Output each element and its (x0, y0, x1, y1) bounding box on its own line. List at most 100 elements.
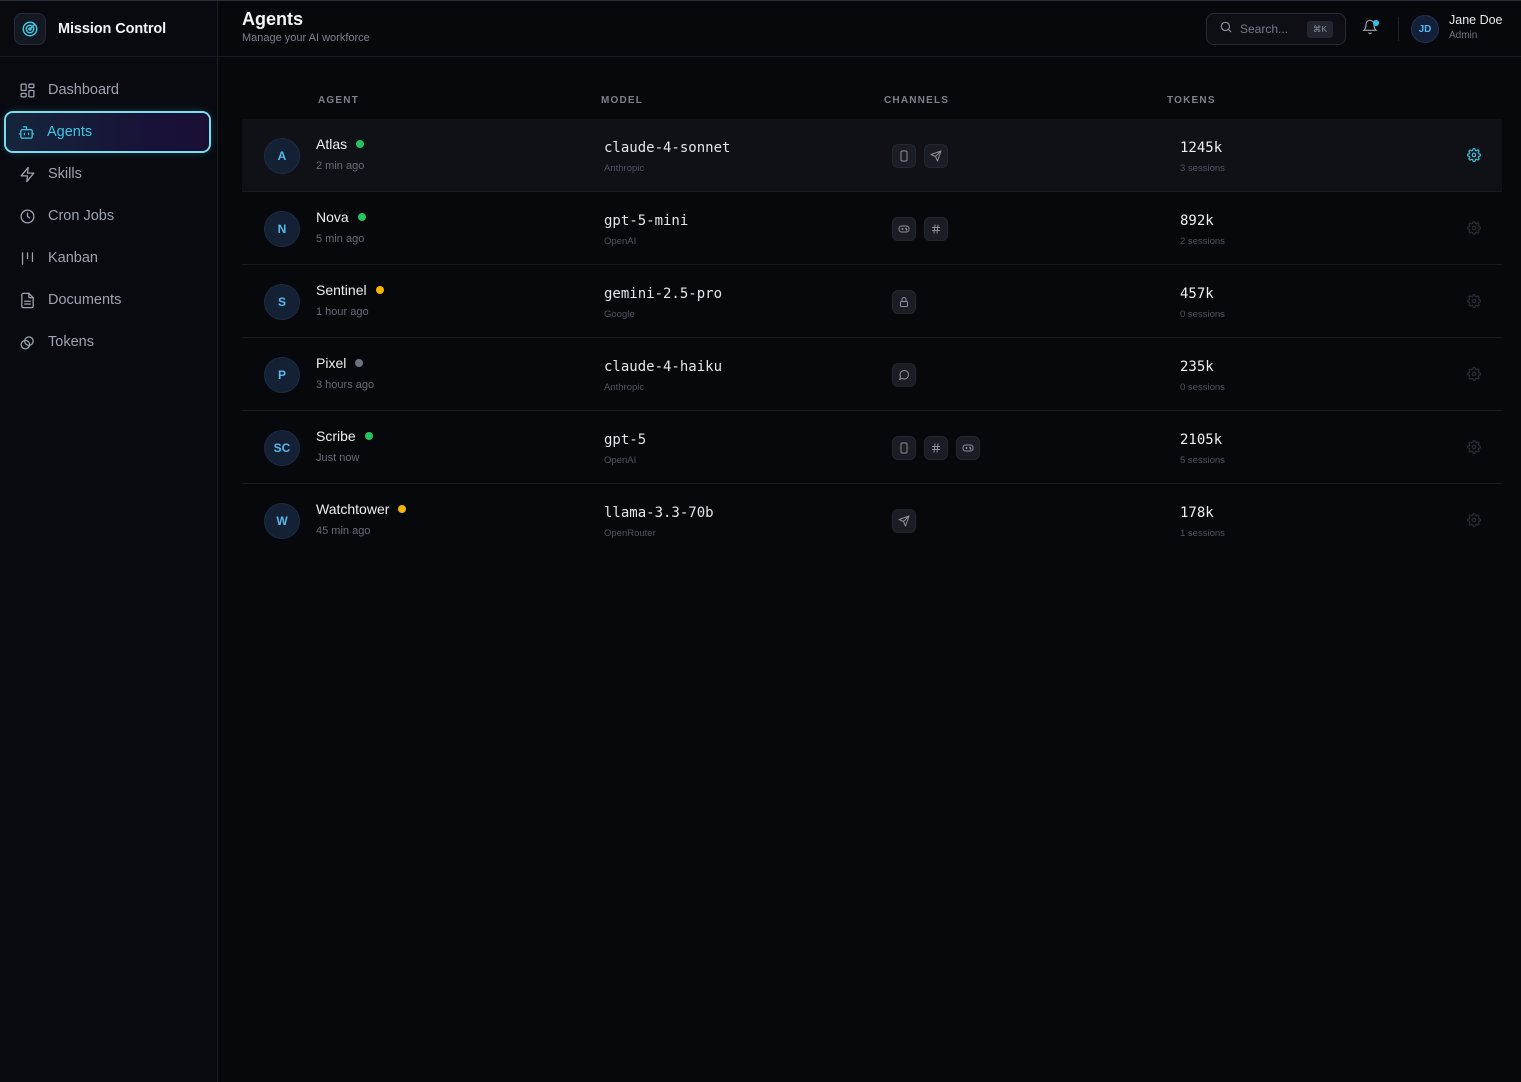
page-subtitle: Manage your AI workforce (242, 32, 370, 44)
agent-name-cell: Atlas (316, 136, 365, 152)
agent-name-cell: Watchtower (316, 501, 407, 517)
settings-gear-icon[interactable] (1466, 512, 1482, 528)
model-name: gpt-5-mini (604, 213, 689, 229)
phone-icon[interactable] (892, 144, 916, 168)
gamepad-icon[interactable] (956, 436, 980, 460)
agent-name: Scribe (316, 428, 356, 444)
kanban-icon (18, 249, 36, 267)
sidebar-item-label: Documents (48, 292, 122, 308)
agent-last-active: 5 min ago (316, 233, 365, 245)
sidebar-item-skills[interactable]: Skills (7, 155, 210, 193)
dashboard-icon (18, 81, 36, 99)
session-count: 3 sessions (1180, 163, 1225, 174)
clock-icon (18, 207, 36, 225)
agent-name: Sentinel (316, 282, 367, 298)
settings-gear-icon[interactable] (1466, 366, 1482, 382)
settings-gear-icon[interactable] (1466, 293, 1482, 309)
hash-icon[interactable] (924, 436, 948, 460)
agent-last-active: 1 hour ago (316, 306, 369, 318)
status-dot-offline (355, 359, 364, 367)
sidebar-item-label: Tokens (48, 334, 94, 350)
agent-name: Nova (316, 209, 349, 225)
sidebar-item-tokens[interactable]: Tokens (7, 323, 210, 361)
sidebar-item-documents[interactable]: Documents (7, 281, 210, 319)
agent-name: Atlas (316, 136, 348, 152)
column-header-agent: AGENT (318, 95, 359, 106)
lock-icon[interactable] (892, 290, 916, 314)
agent-last-active: 45 min ago (316, 525, 371, 537)
table-row[interactable]: S Sentinel 1 hour ago gemini-2.5-pro Goo… (242, 265, 1502, 338)
table-row[interactable]: P Pixel 3 hours ago claude-4-haiku Anthr… (242, 338, 1502, 411)
channels-cell (892, 290, 924, 314)
table-header: AGENT MODEL CHANNELS TOKENS (242, 82, 1502, 119)
session-count: 5 sessions (1180, 455, 1225, 466)
phone-icon[interactable] (892, 436, 916, 460)
table-row[interactable]: W Watchtower 45 min ago llama-3.3-70b Op… (242, 484, 1502, 557)
channels-cell (892, 217, 956, 241)
session-count: 0 sessions (1180, 382, 1225, 393)
sidebar-item-label: Dashboard (48, 82, 119, 98)
user-name[interactable]: Jane Doe (1449, 13, 1503, 27)
table-row[interactable]: SC Scribe Just now gpt-5 OpenAI 2105k 5 … (242, 411, 1502, 484)
user-avatar[interactable]: JD (1411, 15, 1439, 43)
document-icon (18, 291, 36, 309)
token-count: 178k (1180, 505, 1214, 521)
sidebar: Mission Control Dashboard Agents Skills … (0, 1, 218, 1082)
agent-name-cell: Pixel (316, 355, 364, 371)
settings-gear-icon[interactable] (1466, 220, 1482, 236)
brand[interactable]: Mission Control (0, 1, 217, 57)
model-provider: OpenAI (604, 236, 637, 247)
channels-cell (892, 509, 924, 533)
token-count: 457k (1180, 286, 1214, 302)
settings-gear-icon[interactable] (1466, 439, 1482, 455)
token-count: 235k (1180, 359, 1214, 375)
agent-name-cell: Scribe (316, 428, 373, 444)
send-icon[interactable] (892, 509, 916, 533)
search-input[interactable]: Search... ⌘K (1206, 13, 1346, 45)
agent-last-active: 2 min ago (316, 160, 365, 172)
status-dot-online (364, 432, 373, 440)
search-placeholder: Search... (1240, 22, 1289, 36)
hash-icon[interactable] (924, 217, 948, 241)
agent-avatar: N (264, 211, 300, 247)
channels-cell (892, 436, 988, 460)
chat-bubble-icon[interactable] (892, 363, 916, 387)
session-count: 1 sessions (1180, 528, 1225, 539)
agent-avatar: SC (264, 430, 300, 466)
agent-avatar: S (264, 284, 300, 320)
agent-avatar: A (264, 138, 300, 174)
table-row[interactable]: A Atlas 2 min ago claude-4-sonnet Anthro… (242, 119, 1502, 192)
channels-cell (892, 363, 924, 387)
agent-name-cell: Nova (316, 209, 366, 225)
model-name: gemini-2.5-pro (604, 286, 723, 302)
user-role: Admin (1449, 30, 1478, 41)
app-name: Mission Control (58, 20, 167, 37)
notifications-button[interactable] (1360, 19, 1380, 39)
agent-avatar: W (264, 503, 300, 539)
model-provider: OpenRouter (604, 528, 656, 539)
column-header-model: MODEL (601, 95, 644, 106)
status-dot-idle (398, 505, 407, 513)
sidebar-item-kanban[interactable]: Kanban (7, 239, 210, 277)
sidebar-item-label: Cron Jobs (48, 208, 115, 224)
agent-last-active: Just now (316, 452, 360, 464)
sidebar-item-label: Kanban (48, 250, 98, 266)
sidebar-item-label: Agents (47, 124, 93, 140)
agent-avatar: P (264, 357, 300, 393)
model-provider: Google (604, 309, 635, 320)
model-provider: Anthropic (604, 382, 645, 393)
gamepad-icon[interactable] (892, 217, 916, 241)
radar-logo-icon (14, 12, 46, 45)
settings-gear-icon[interactable] (1466, 147, 1482, 163)
agents-table: AGENT MODEL CHANNELS TOKENS A Atlas 2 mi… (242, 82, 1502, 557)
sidebar-item-cron-jobs[interactable]: Cron Jobs (7, 197, 210, 235)
sidebar-item-dashboard[interactable]: Dashboard (7, 71, 210, 109)
token-count: 1245k (1180, 140, 1223, 156)
agent-name: Pixel (316, 355, 347, 371)
sidebar-item-agents[interactable]: Agents (6, 113, 209, 151)
status-dot-online (357, 213, 366, 221)
send-icon[interactable] (924, 144, 948, 168)
table-row[interactable]: N Nova 5 min ago gpt-5-mini OpenAI 892k … (242, 192, 1502, 265)
search-icon (1219, 20, 1233, 39)
column-header-channels: CHANNELS (884, 95, 950, 106)
